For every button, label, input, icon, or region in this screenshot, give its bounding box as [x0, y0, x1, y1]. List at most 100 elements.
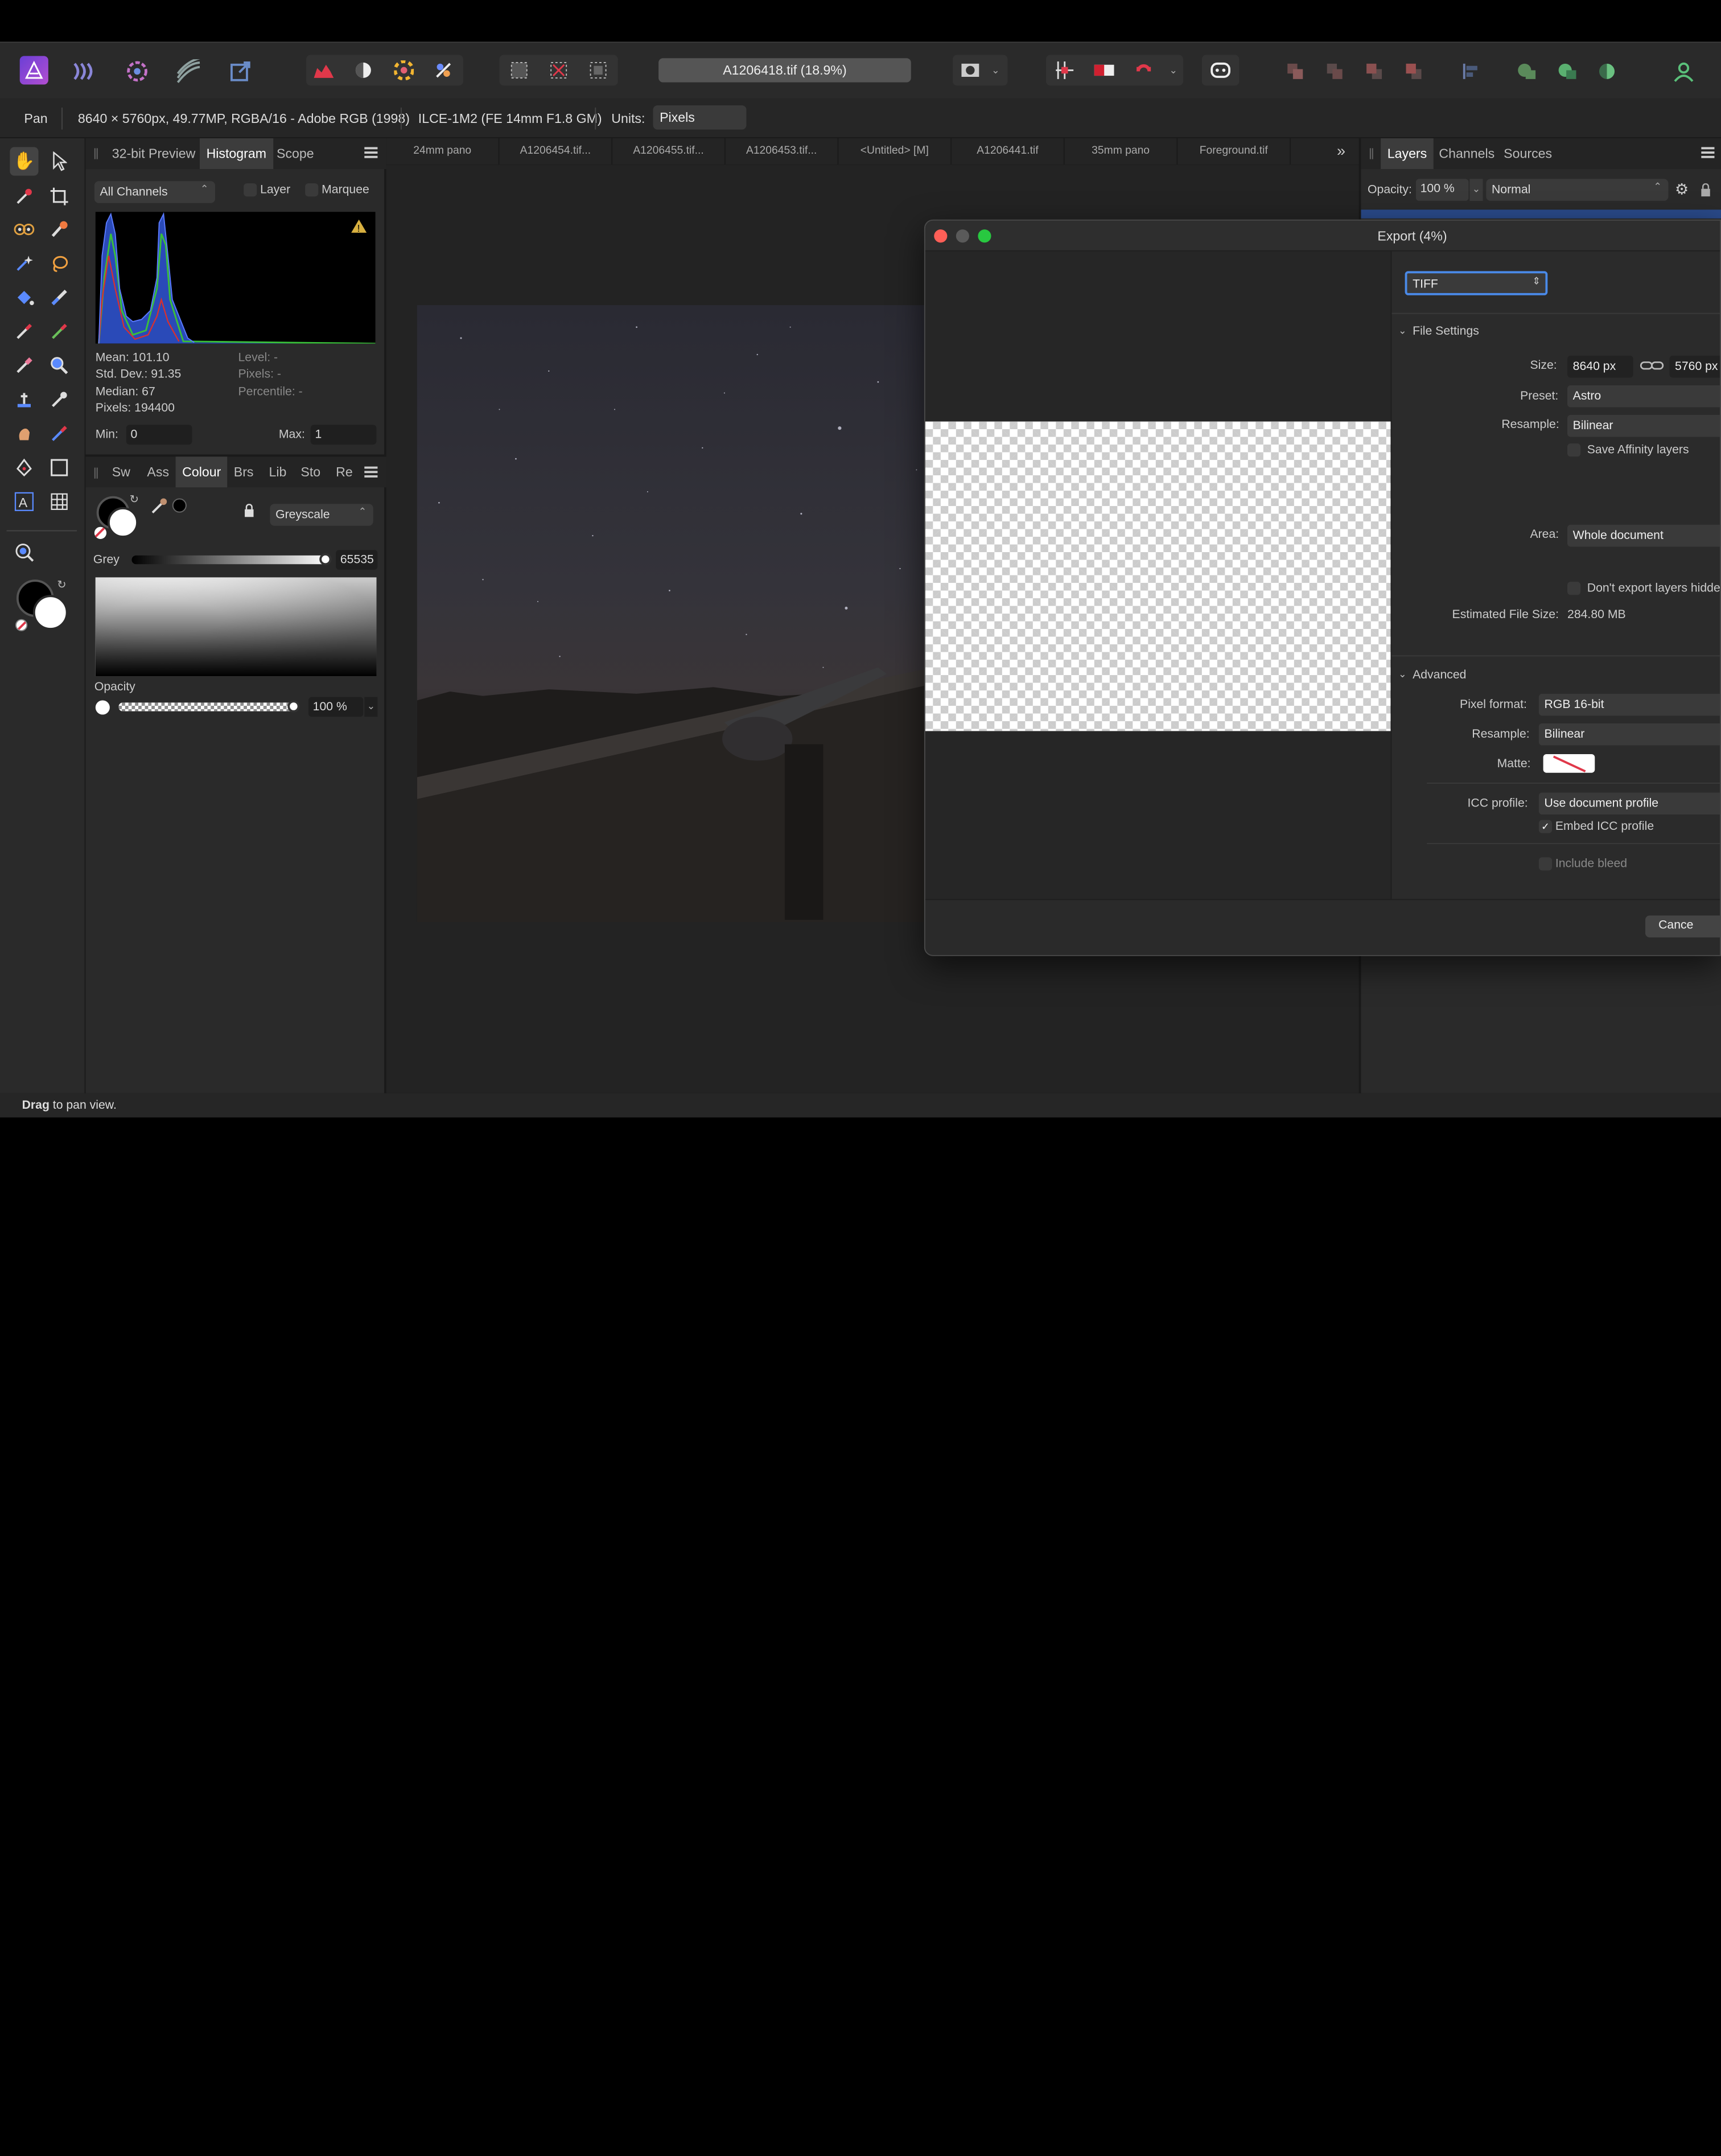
chevron-down-icon[interactable]: ⌄	[986, 55, 1006, 85]
tab-document[interactable]: A1206455.tif...	[612, 138, 726, 165]
deselect-icon[interactable]	[544, 55, 574, 85]
icc-profile-select[interactable]: Use document profile	[1538, 792, 1720, 815]
colour-mode-select[interactable]: Greyscale	[270, 504, 373, 526]
zoom-tool-icon[interactable]	[45, 351, 73, 380]
zoom-button[interactable]	[978, 229, 991, 243]
secondary-colour-swatch[interactable]	[108, 507, 139, 538]
marquee-checkbox[interactable]	[305, 183, 319, 197]
tab-document[interactable]: Foreground.tif	[1177, 138, 1291, 165]
swap-colours-icon[interactable]: ↻	[130, 494, 139, 506]
advanced-heading[interactable]: Advanced	[1413, 669, 1466, 682]
force-pixel-alignment-icon[interactable]	[1089, 55, 1119, 85]
move-tool-icon[interactable]	[45, 147, 73, 175]
format-select[interactable]: TIFF	[1405, 271, 1548, 295]
rectangle-tool-icon[interactable]	[45, 454, 73, 482]
no-fill-icon[interactable]	[94, 526, 107, 539]
tab-document[interactable]: A1206453.tif...	[726, 138, 839, 165]
preset-select[interactable]: Astro	[1567, 385, 1720, 408]
cancel-button[interactable]: Cance	[1645, 915, 1720, 938]
boolean-intersect-icon[interactable]	[1592, 56, 1623, 87]
link-icon[interactable]	[1640, 358, 1664, 379]
matte-swatch[interactable]	[1543, 754, 1595, 773]
quick-mask-icon[interactable]	[955, 55, 986, 85]
lock-icon[interactable]	[1700, 182, 1711, 202]
tab-scope[interactable]: Scope	[270, 138, 320, 169]
dodge-brush-tool-icon[interactable]	[45, 385, 73, 414]
user-profile-icon[interactable]	[1668, 56, 1699, 87]
no-fill-icon[interactable]	[15, 619, 28, 631]
affinity-photo-icon[interactable]	[19, 56, 48, 85]
tab-histogram[interactable]: Histogram	[200, 138, 273, 170]
panel-menu-icon[interactable]	[364, 147, 378, 158]
invert-selection-icon[interactable]	[583, 55, 614, 85]
tab-sources[interactable]: Sources	[1497, 138, 1559, 169]
tab-assets[interactable]: Ass	[141, 456, 176, 487]
units-select[interactable]: Pixels	[653, 105, 747, 130]
layer-row-selected[interactable]	[1361, 209, 1721, 219]
pen-tool-icon[interactable]	[10, 454, 38, 482]
inpainting-brush-tool-icon[interactable]	[45, 419, 73, 448]
panel-menu-icon[interactable]	[1701, 147, 1715, 158]
auto-white-balance-icon[interactable]	[428, 55, 459, 85]
tab-colour[interactable]: Colour	[175, 456, 228, 488]
more-tabs-icon[interactable]: »	[1337, 142, 1345, 159]
auto-colour-icon[interactable]	[389, 55, 419, 85]
embed-icc-checkbox[interactable]: ✓	[1538, 820, 1553, 833]
assistant-icon[interactable]	[1205, 55, 1236, 85]
file-settings-heading[interactable]: File Settings	[1413, 325, 1479, 338]
freehand-selection-tool-icon[interactable]	[45, 249, 73, 278]
close-button[interactable]	[934, 229, 948, 243]
view-tool-icon[interactable]	[10, 538, 38, 566]
boolean-subtract-icon[interactable]	[1552, 56, 1583, 87]
max-field[interactable]: 1	[310, 425, 377, 445]
tone-mapping-persona-icon[interactable]	[174, 56, 204, 87]
paint-brush-tool-icon[interactable]	[10, 317, 38, 345]
tab-document[interactable]: A1206441.tif	[952, 138, 1065, 165]
pixel-format-select[interactable]: RGB 16-bit	[1538, 693, 1720, 716]
levels-icon[interactable]	[308, 55, 339, 85]
snapping-icon[interactable]	[1049, 55, 1080, 85]
adv-resample-select[interactable]: Bilinear	[1538, 723, 1720, 746]
panel-menu-icon[interactable]	[364, 466, 378, 478]
swap-colours-icon[interactable]: ↻	[57, 579, 66, 591]
liquify-persona-icon[interactable]	[122, 56, 153, 87]
area-select[interactable]: Whole document	[1567, 524, 1720, 547]
grey-slider-handle[interactable]	[319, 553, 332, 566]
secondary-colour-swatch[interactable]	[32, 595, 68, 631]
tab-layers[interactable]: Layers	[1381, 138, 1434, 170]
gradient-tool-icon[interactable]	[45, 283, 73, 312]
mixer-brush-tool-icon[interactable]	[45, 317, 73, 345]
align-icon[interactable]	[1455, 56, 1486, 87]
min-field[interactable]: 0	[126, 425, 192, 445]
artistic-text-tool-icon[interactable]: A	[10, 487, 38, 516]
grey-value-field[interactable]: 65535	[336, 550, 378, 570]
flood-fill-tool-icon[interactable]	[10, 283, 38, 312]
redeye-tool-icon[interactable]	[10, 215, 38, 244]
crop-tool-icon[interactable]	[45, 182, 73, 211]
lock-icon[interactable]	[244, 503, 254, 522]
tab-stock[interactable]: Sto	[294, 456, 327, 487]
color-picker-tool-icon[interactable]	[10, 182, 38, 211]
chevron-down-icon[interactable]: ⌄	[1469, 179, 1483, 201]
chevron-down-icon[interactable]: ⌄	[1163, 55, 1183, 85]
gear-icon[interactable]: ⚙	[1675, 180, 1689, 199]
channels-select[interactable]: All Channels	[94, 181, 216, 203]
arrange-forward-icon[interactable]	[1359, 56, 1390, 87]
colour-picker-icon[interactable]	[149, 496, 169, 521]
tab-brushes[interactable]: Brs	[227, 456, 260, 487]
resample-select[interactable]: Bilinear	[1567, 415, 1720, 437]
width-field[interactable]: 8640 px	[1567, 355, 1633, 378]
chevron-down-icon[interactable]: ⌄	[1398, 325, 1407, 337]
develop-persona-icon[interactable]	[70, 56, 101, 87]
selection-brush-tool-icon[interactable]	[45, 215, 73, 244]
magnet-icon[interactable]	[1129, 55, 1159, 85]
tab-document[interactable]: 35mm pano	[1065, 138, 1178, 165]
grey-slider[interactable]	[131, 555, 330, 565]
boolean-add-icon[interactable]	[1512, 56, 1542, 87]
tab-channels[interactable]: Channels	[1432, 138, 1501, 169]
clone-brush-tool-icon[interactable]	[10, 385, 38, 414]
tab-document[interactable]: 24mm pano	[386, 138, 500, 165]
smudge-tool-icon[interactable]	[10, 419, 38, 448]
tab-32bit-preview[interactable]: 32-bit Preview	[105, 138, 202, 169]
include-bleed-checkbox[interactable]	[1538, 857, 1553, 871]
